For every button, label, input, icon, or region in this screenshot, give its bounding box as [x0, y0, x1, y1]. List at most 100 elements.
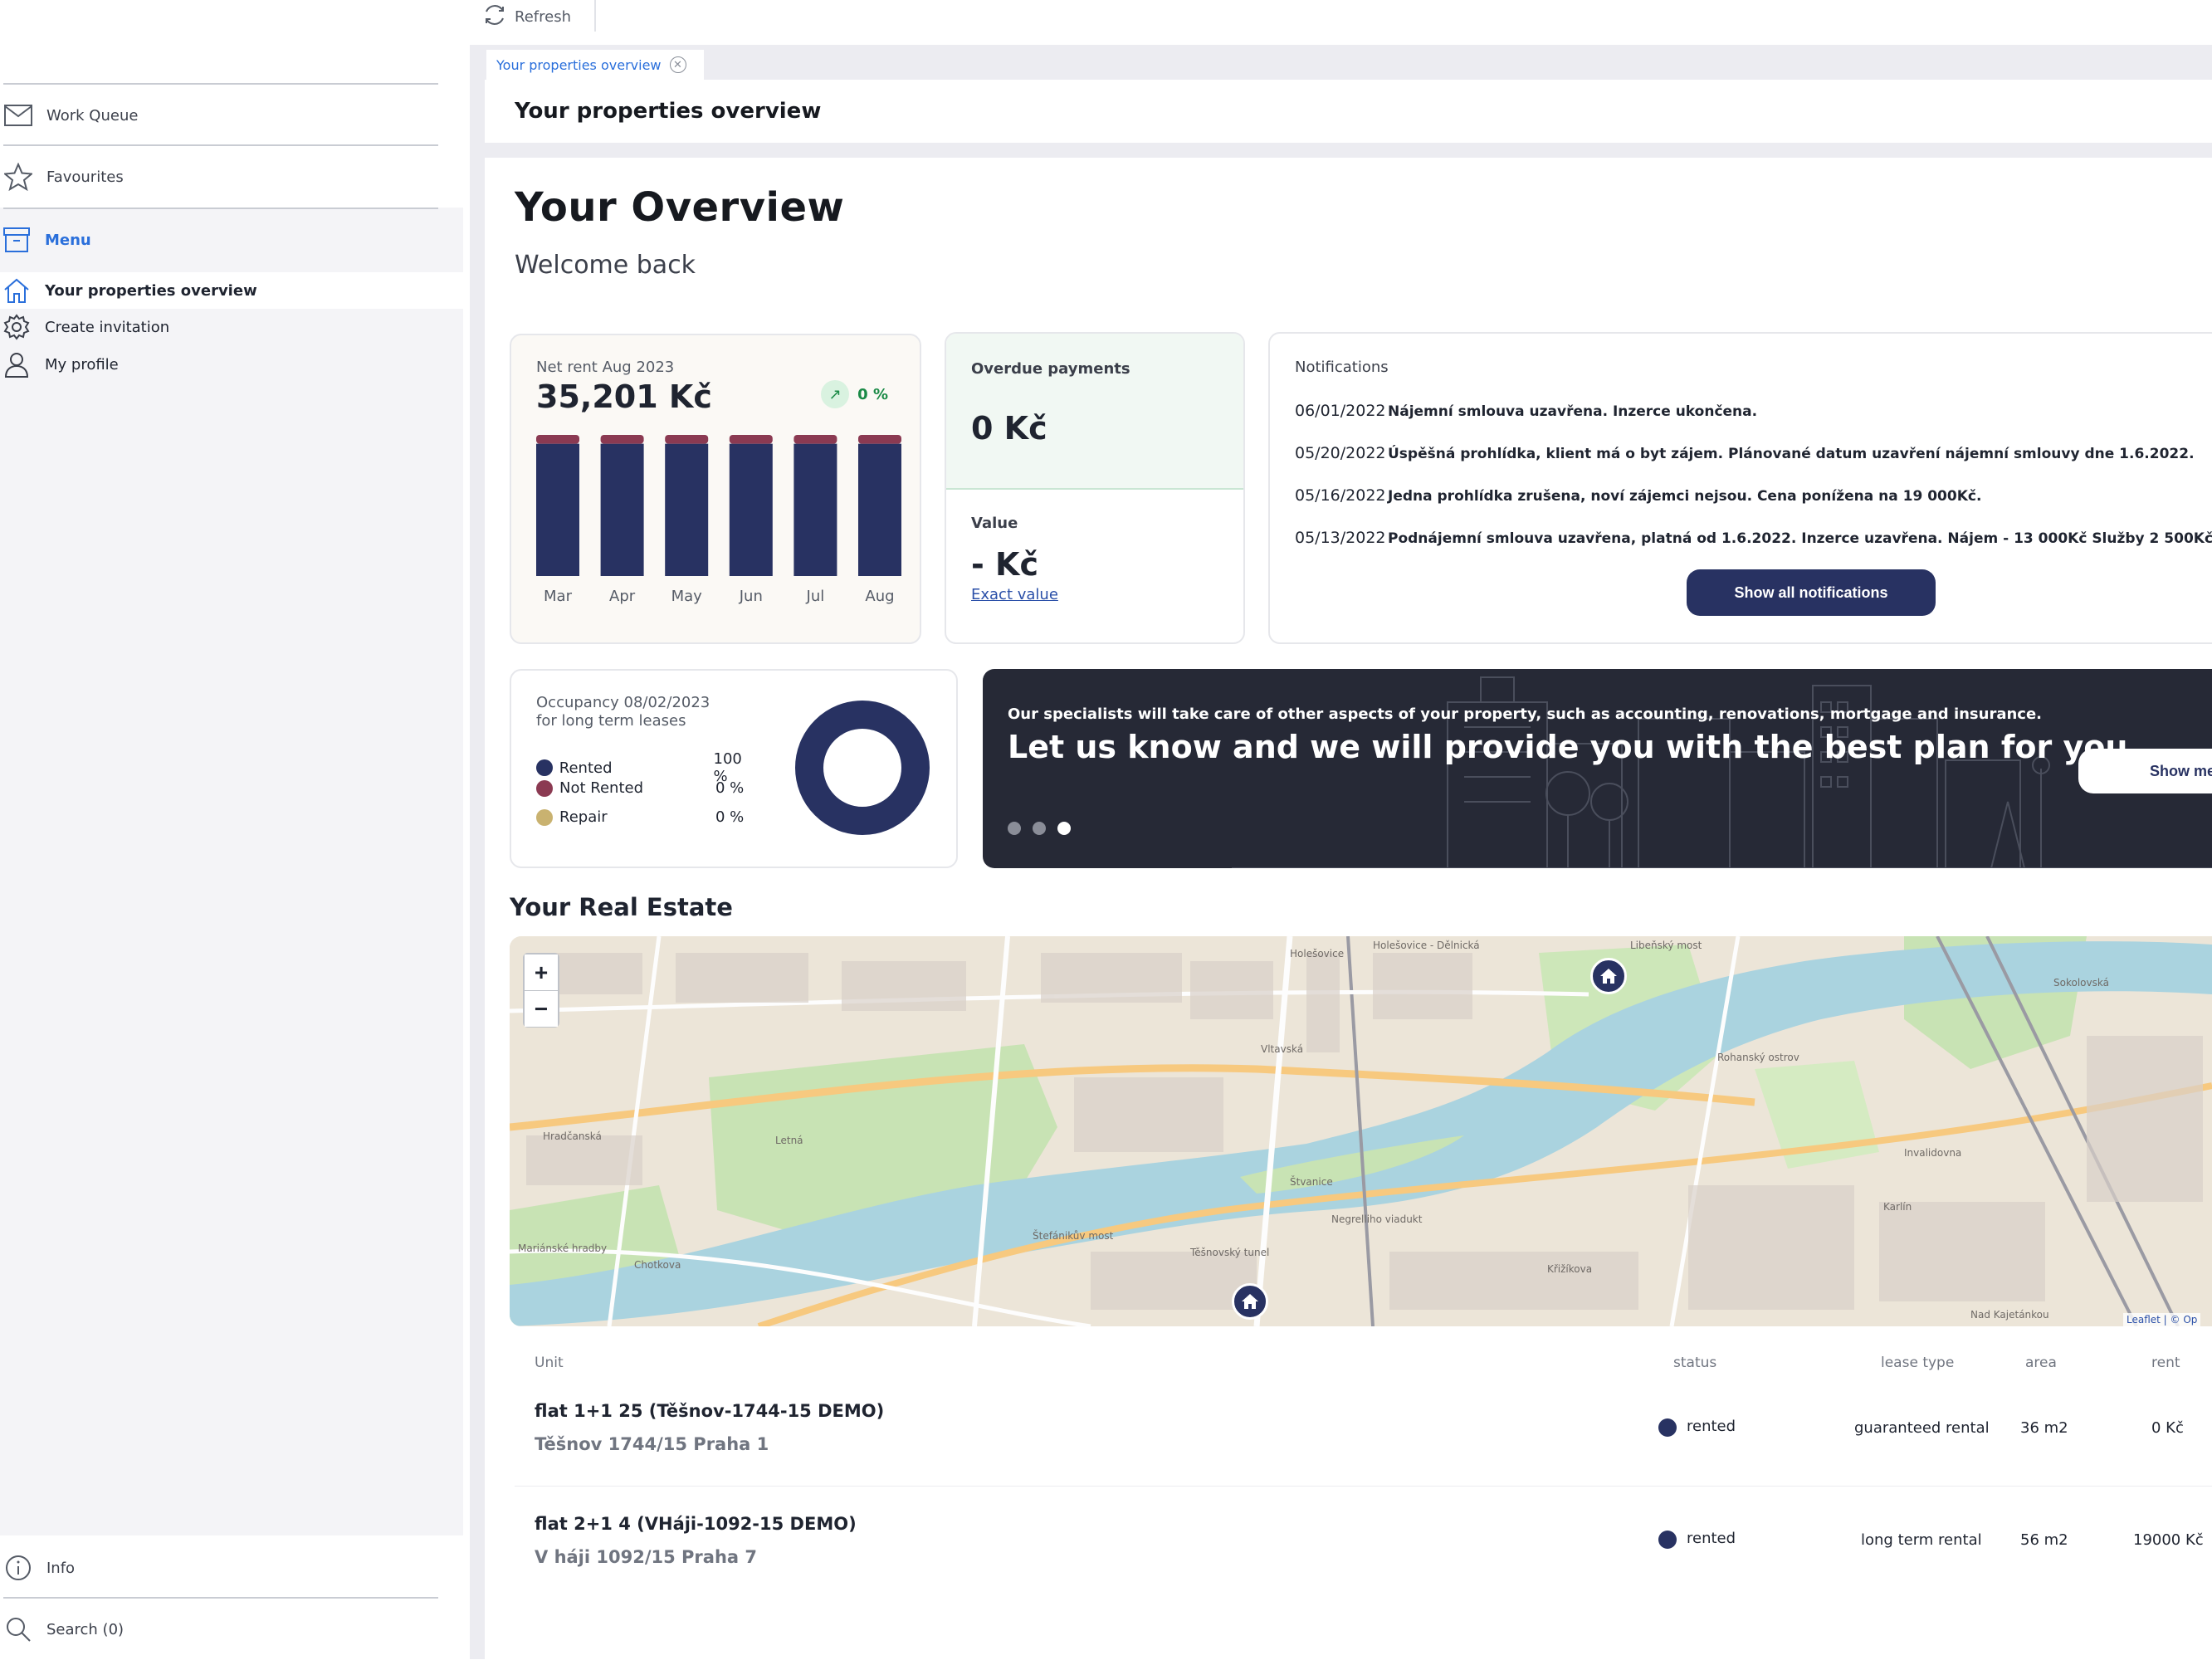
unit-status: rented [1687, 1418, 1736, 1435]
net-rent-value: 35,201 Kč [536, 378, 712, 415]
unit-area: 56 m2 [2020, 1531, 2068, 1549]
home-icon [1600, 969, 1617, 984]
map-label: Letná [775, 1135, 803, 1146]
zoom-in-button[interactable]: + [525, 954, 558, 990]
sidebar-item-my-profile[interactable]: My profile [0, 346, 463, 383]
legend-dot [536, 808, 553, 826]
sidebar-item-label: Search (0) [46, 1620, 125, 1638]
map-tiles: Holešovice Vltavská Štvanice Rohanský os… [510, 936, 2212, 1326]
unit-rent: 0 Kč [2151, 1419, 2184, 1437]
tab-label: Your properties overview [496, 56, 662, 73]
legend-dot [536, 779, 553, 797]
rent-bar [536, 443, 579, 576]
sidebar-item-label: Create invitation [45, 318, 170, 336]
unit-name-link[interactable]: flat 2+1 4 (VHáji-1092-15 DEMO) [535, 1514, 857, 1534]
unit-name-link[interactable]: flat 1+1 25 (Těšnov-1744-15 DEMO) [535, 1401, 884, 1421]
property-marker[interactable] [1232, 1283, 1268, 1320]
status-dot [1658, 1531, 1677, 1549]
unit-address: Těšnov 1744/15 Praha 1 [535, 1434, 769, 1454]
banner-subtitle: Our specialists will take care of other … [1008, 706, 2043, 723]
column-header-lease-type: lease type [1881, 1355, 1955, 1371]
refresh-button[interactable]: Refresh [481, 2, 571, 32]
unit-lease-type: long term rental [1861, 1531, 1982, 1549]
notification-date: 05/16/2022 [1295, 486, 1386, 505]
column-header-area: area [2025, 1355, 2057, 1371]
sidebar-item-search[interactable]: Search (0) [0, 1599, 440, 1660]
notification-date: 06/01/2022 [1295, 402, 1386, 420]
map-label: Štvanice [1290, 1175, 1333, 1188]
status-dot [1658, 1418, 1677, 1437]
exact-value-link[interactable]: Exact value [971, 586, 1058, 603]
property-value: - Kč [971, 546, 1038, 583]
sidebar-item-work-queue[interactable]: Work Queue [0, 85, 440, 146]
close-icon[interactable]: ✕ [669, 56, 686, 73]
carousel-dot-active[interactable] [1057, 822, 1071, 835]
notification-text: Úspěšná prohlídka, klient má o byt zájem… [1388, 446, 2195, 462]
carousel-dot[interactable] [1008, 822, 1021, 835]
map-label: Sokolovská [2053, 977, 2109, 989]
occupancy-legend-repair: Repair 0 % [536, 808, 760, 826]
rent-bar [600, 443, 644, 576]
menu-label: Menu [45, 231, 91, 249]
column-header-unit: Unit [535, 1355, 564, 1371]
sidebar-item-info[interactable]: Info [0, 1537, 440, 1599]
envelope-icon [3, 100, 33, 130]
map-label: Nad Kajetánkou [1970, 1309, 2049, 1321]
sidebar-panel [0, 208, 463, 1536]
divider [594, 0, 596, 32]
welcome-text: Welcome back [515, 251, 696, 280]
rent-bar-cap [793, 435, 837, 444]
property-map[interactable]: Holešovice Vltavská Štvanice Rohanský os… [510, 936, 2212, 1326]
property-marker[interactable] [1590, 958, 1627, 994]
sidebar-item-label: Favourites [46, 168, 124, 186]
city-skyline-illustration [1232, 676, 2212, 868]
show-all-notifications-button[interactable]: Show all notifications [1687, 569, 1936, 616]
sidebar-item-favourites[interactable]: Favourites [0, 146, 440, 208]
legend-label: Not Rented [559, 779, 643, 797]
rent-trend: ↗ 0 % [821, 380, 888, 408]
notification-date: 05/13/2022 [1295, 529, 1386, 547]
home-icon [2, 276, 32, 305]
legend-value: 0 % [715, 808, 745, 826]
legend-value: 0 % [715, 779, 745, 797]
notifications-card: Notifications 06/01/2022 Nájemní smlouva… [1268, 332, 2212, 644]
occupancy-subtitle: for long term leases [536, 712, 686, 730]
overdue-value: 0 Kč [971, 410, 1047, 447]
rent-bar-cap [600, 435, 644, 444]
map-zoom-control: + − [523, 953, 559, 1028]
notification-text: Podnájemní smlouva uzavřena, platná od 1… [1388, 530, 2212, 547]
map-label: Rohanský ostrov [1717, 1052, 1799, 1063]
refresh-icon [481, 2, 508, 32]
rent-bar [858, 443, 901, 576]
legend-label: Repair [559, 808, 608, 826]
occupancy-title: Occupancy 08/02/2023 for long term lease… [536, 694, 710, 730]
map-label: Holešovice [1290, 948, 1344, 959]
notification-item: 05/16/2022 Jedna prohlídka zrušena, noví… [1295, 486, 1981, 505]
show-me-button[interactable]: Show me [2078, 749, 2212, 793]
sidebar-item-label: Work Queue [46, 106, 139, 124]
net-rent-card: Net rent Aug 2023 35,201 Kč ↗ 0 % Mar Apr… [510, 334, 921, 644]
rent-bar [729, 443, 773, 576]
occupancy-donut [795, 701, 930, 835]
sidebar-item-properties-overview[interactable]: Your properties overview [0, 272, 463, 309]
map-label: Invalidovna [1904, 1147, 1961, 1159]
map-label: Karlín [1883, 1201, 1912, 1213]
occupancy-legend-not-rented: Not Rented 0 % [536, 779, 760, 797]
x-tick-label: Aug [865, 588, 894, 605]
sidebar-item-create-invitation[interactable]: Create invitation [0, 309, 463, 345]
carousel-dot[interactable] [1033, 822, 1046, 835]
tab-properties-overview[interactable]: Your properties overview ✕ [486, 50, 704, 80]
notification-item: 05/13/2022 Podnájemní smlouva uzavřena, … [1295, 529, 2212, 547]
info-icon [3, 1553, 33, 1583]
x-tick-label: Mar [544, 588, 573, 605]
search-icon [3, 1614, 33, 1644]
map-attribution[interactable]: Leaflet | © Op [2123, 1313, 2201, 1326]
map-label: Vltavská [1261, 1043, 1303, 1055]
page-title: Your properties overview [515, 99, 822, 124]
sidebar-menu-toggle[interactable]: Menu [0, 209, 463, 271]
overdue-title: Overdue payments [971, 360, 1130, 378]
rent-bar-cap [729, 435, 773, 444]
zoom-out-button[interactable]: − [525, 991, 558, 1027]
occupancy-card: Occupancy 08/02/2023 for long term lease… [510, 669, 958, 868]
unit-address: V háji 1092/15 Praha 7 [535, 1547, 758, 1567]
